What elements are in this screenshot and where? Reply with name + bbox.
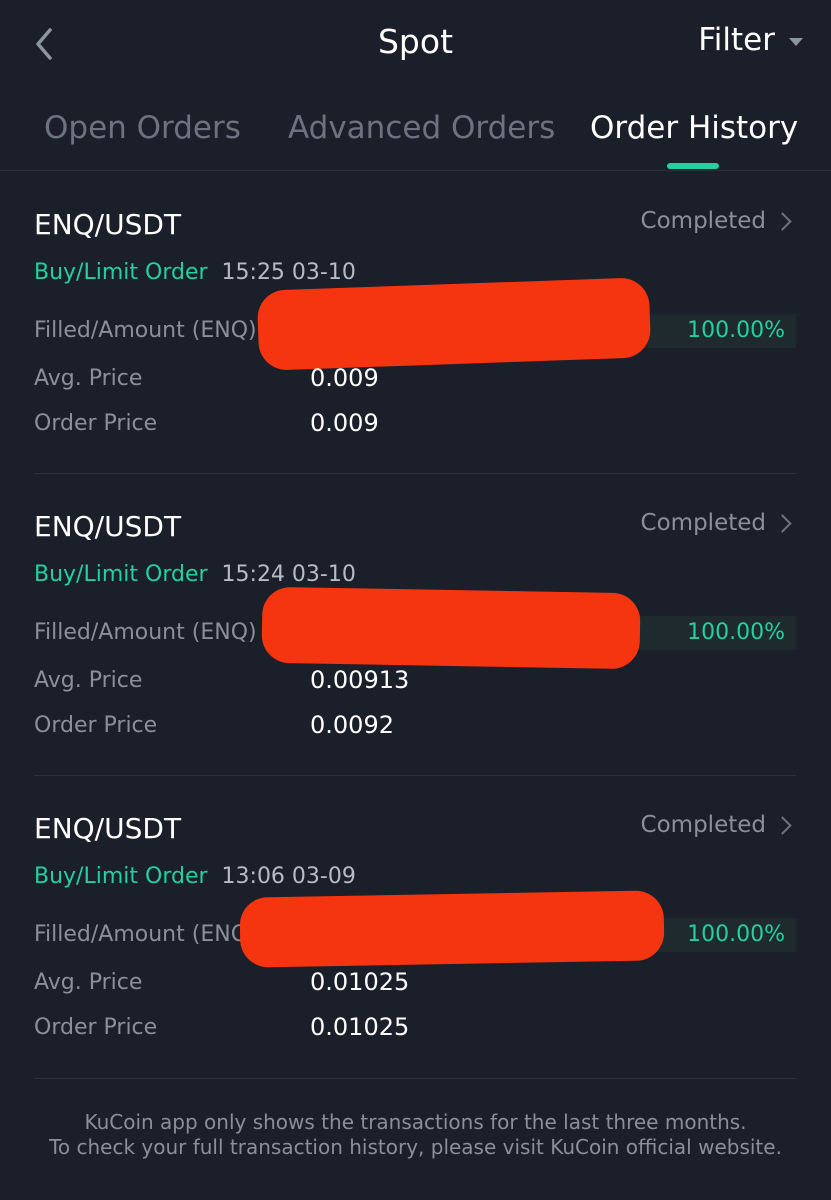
caret-down-icon bbox=[789, 38, 803, 46]
tabs-divider bbox=[0, 170, 831, 171]
fill-percent: 100.00% bbox=[687, 318, 785, 343]
order-type: Buy/Limit Order bbox=[34, 260, 208, 285]
order-price-value: 0.01025 bbox=[310, 1013, 410, 1041]
filled-amount-label: Filled/Amount (ENQ) bbox=[34, 922, 257, 947]
order-time: 13:06 03-09 bbox=[221, 864, 356, 889]
tab-bar: Open Orders Advanced Orders Order Histor… bbox=[0, 100, 831, 170]
order-pair: ENQ/USDT bbox=[34, 510, 182, 543]
order-type: Buy/Limit Order bbox=[34, 864, 208, 889]
order-card[interactable]: ENQ/USDT Completed Buy/Limit Order 13:06… bbox=[0, 776, 831, 1076]
status-text: Completed bbox=[640, 812, 766, 838]
chevron-right-icon bbox=[773, 211, 792, 231]
footer-line-1: KuCoin app only shows the transactions f… bbox=[84, 1110, 747, 1134]
order-card[interactable]: ENQ/USDT Completed Buy/Limit Order 15:25… bbox=[0, 172, 831, 472]
avg-price-value: 0.009 bbox=[310, 364, 379, 392]
order-price-label: Order Price bbox=[34, 713, 158, 738]
order-type: Buy/Limit Order bbox=[34, 562, 208, 587]
order-pair: ENQ/USDT bbox=[34, 208, 182, 241]
avg-price-value: 0.01025 bbox=[310, 968, 410, 996]
active-tab-indicator bbox=[667, 163, 719, 169]
avg-price-label: Avg. Price bbox=[34, 970, 143, 995]
filled-amount-label: Filled/Amount (ENQ) bbox=[34, 620, 257, 645]
order-price-value: 0.009 bbox=[310, 409, 379, 437]
order-price-value: 0.0092 bbox=[310, 711, 394, 739]
order-time: 15:25 03-10 bbox=[221, 260, 356, 285]
order-card[interactable]: ENQ/USDT Completed Buy/Limit Order 15:24… bbox=[0, 474, 831, 774]
filter-label: Filter bbox=[698, 22, 775, 58]
chevron-right-icon bbox=[773, 513, 792, 533]
fill-percent: 100.00% bbox=[687, 620, 785, 645]
fill-percent: 100.00% bbox=[687, 922, 785, 947]
order-status[interactable]: Completed bbox=[640, 812, 792, 838]
tab-advanced-orders[interactable]: Advanced Orders bbox=[288, 110, 555, 146]
filter-button[interactable]: Filter bbox=[698, 22, 803, 58]
avg-price-label: Avg. Price bbox=[34, 366, 143, 391]
status-text: Completed bbox=[640, 208, 766, 234]
order-status[interactable]: Completed bbox=[640, 510, 792, 536]
footer-notice: KuCoin app only shows the transactions f… bbox=[30, 1110, 801, 1160]
avg-price-label: Avg. Price bbox=[34, 668, 143, 693]
order-price-label: Order Price bbox=[34, 1015, 158, 1040]
order-divider bbox=[34, 1078, 796, 1079]
order-meta: Buy/Limit Order 15:24 03-10 bbox=[34, 562, 356, 587]
tab-open-orders[interactable]: Open Orders bbox=[44, 110, 241, 146]
status-text: Completed bbox=[640, 510, 766, 536]
order-price-label: Order Price bbox=[34, 411, 158, 436]
order-meta: Buy/Limit Order 15:25 03-10 bbox=[34, 260, 356, 285]
order-pair: ENQ/USDT bbox=[34, 812, 182, 845]
redaction-mark bbox=[256, 277, 652, 371]
redaction-mark bbox=[239, 890, 665, 968]
order-status[interactable]: Completed bbox=[640, 208, 792, 234]
chevron-right-icon bbox=[773, 815, 792, 835]
order-meta: Buy/Limit Order 13:06 03-09 bbox=[34, 864, 356, 889]
header: Spot Filter bbox=[0, 0, 831, 90]
filled-amount-label: Filled/Amount (ENQ) bbox=[34, 318, 257, 343]
order-time: 15:24 03-10 bbox=[221, 562, 356, 587]
redaction-mark bbox=[261, 586, 641, 670]
footer-line-2: To check your full transaction history, … bbox=[49, 1135, 782, 1159]
avg-price-value: 0.00913 bbox=[310, 666, 410, 694]
tab-order-history[interactable]: Order History bbox=[590, 110, 798, 146]
